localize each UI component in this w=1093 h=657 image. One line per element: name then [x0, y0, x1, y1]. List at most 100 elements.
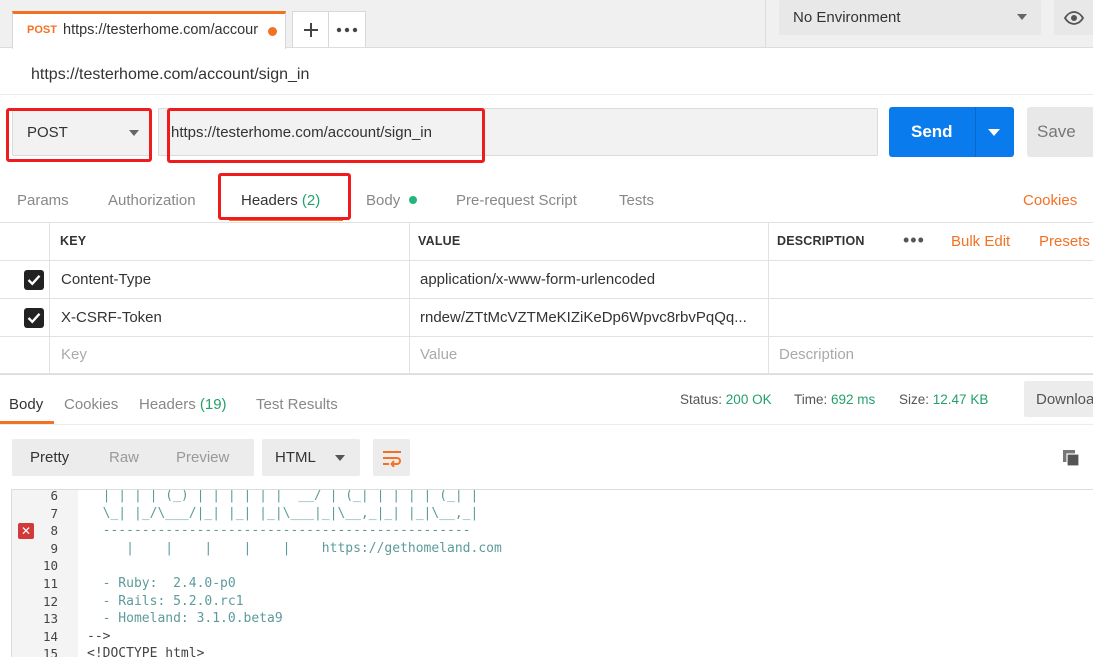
send-label: Send — [911, 122, 953, 141]
response-tab-test-results[interactable]: Test Results — [256, 396, 338, 413]
line-number: 8 — [50, 523, 58, 539]
copy-button[interactable] — [1061, 448, 1081, 472]
response-tab-headers[interactable]: Headers (19) — [139, 396, 227, 413]
header-row-checkbox[interactable] — [24, 270, 44, 290]
line-number: 12 — [42, 593, 58, 609]
view-mode-group: Pretty Raw Preview — [12, 439, 254, 476]
wrap-lines-icon — [382, 450, 401, 467]
code-line: - Homeland: 3.1.0.beta9 — [87, 611, 283, 627]
tab-prerequest-script[interactable]: Pre-request Script — [456, 192, 577, 209]
format-label: HTML — [275, 449, 316, 466]
new-value-input[interactable]: Value — [420, 346, 457, 363]
send-button[interactable]: Send — [889, 107, 1014, 157]
code-line: <!DOCTYPE html> — [87, 646, 205, 657]
response-tab-cookies[interactable]: Cookies — [64, 396, 118, 413]
column-header-value: VALUE — [418, 234, 461, 248]
header-row-checkbox[interactable] — [24, 308, 44, 328]
checkmark-icon — [27, 313, 41, 324]
tab-url-label: https://testerhome.com/accour — [63, 22, 259, 38]
code-line: - Rails: 5.2.0.rc1 — [87, 593, 244, 609]
time-meta: Time: 692 ms — [794, 392, 875, 407]
headers-table: KEY VALUE DESCRIPTION ••• Bulk Edit Pres… — [0, 222, 1093, 374]
header-value-cell[interactable]: rndew/ZTtMcVZTMeKIZiKeDp6Wpvc8rbvPqQq... — [420, 309, 760, 326]
line-number: 6 — [50, 489, 58, 503]
tab-tests[interactable]: Tests — [619, 192, 654, 209]
plus-icon — [304, 22, 318, 37]
tab-params[interactable]: Params — [17, 192, 69, 209]
wrap-lines-button[interactable] — [373, 439, 410, 476]
separator — [0, 424, 1093, 425]
download-button[interactable]: Download — [1024, 381, 1093, 417]
line-number: 11 — [42, 576, 58, 591]
line-number: 13 — [42, 611, 58, 627]
environment-quick-look-button[interactable] — [1054, 0, 1093, 35]
line-number: 10 — [42, 558, 58, 574]
more-dots-icon — [336, 27, 358, 32]
chevron-down-icon — [1017, 14, 1027, 20]
tab-body[interactable]: Body — [366, 192, 400, 209]
send-split-divider — [975, 107, 976, 157]
header-key-cell[interactable]: X-CSRF-Token — [61, 309, 162, 326]
view-preview-button[interactable]: Preview — [176, 449, 229, 466]
code-line: | | | | (_) | | | | | | __/ | (_| | | | … — [87, 489, 479, 503]
response-separator — [0, 374, 1093, 375]
line-number: 14 — [42, 628, 58, 644]
status-meta: Status: 200 OK — [680, 392, 772, 407]
view-pretty-button[interactable]: Pretty — [30, 449, 69, 466]
environment-label: No Environment — [793, 9, 901, 26]
tab-more-button[interactable] — [328, 11, 366, 47]
cookies-link[interactable]: Cookies — [1023, 192, 1077, 209]
save-label: Save — [1037, 122, 1076, 141]
annotation-box-method — [6, 108, 152, 162]
column-header-key: KEY — [60, 234, 87, 248]
chevron-down-icon[interactable] — [988, 129, 1000, 136]
response-tab-headers-count: (19) — [199, 396, 227, 413]
copy-icon — [1063, 450, 1080, 467]
annotation-box-headers — [218, 173, 351, 220]
annotation-box-url — [167, 108, 485, 163]
chevron-down-icon — [335, 455, 345, 461]
time-value: 692 ms — [831, 392, 876, 407]
line-number: 9 — [50, 540, 58, 556]
request-name: https://testerhome.com/account/sign_in — [31, 66, 310, 83]
new-key-input[interactable]: Key — [61, 346, 87, 363]
line-number: 7 — [50, 505, 58, 521]
separator — [0, 94, 1093, 95]
tab-authorization[interactable]: Authorization — [108, 192, 196, 209]
tab-method-label: POST — [27, 24, 57, 36]
size-label: Size: — [899, 392, 930, 407]
response-tab-headers-label: Headers — [139, 396, 196, 413]
download-label: Download — [1036, 391, 1093, 408]
status-value: 200 OK — [725, 392, 772, 407]
column-header-description: DESCRIPTION — [777, 234, 865, 248]
response-tab-body[interactable]: Body — [9, 396, 43, 413]
header-key-cell[interactable]: Content-Type — [61, 271, 151, 288]
body-indicator-dot-icon — [409, 196, 417, 204]
code-line: \_| |_/\___/|_| |_| |_|\___|_|\__,_|_| |… — [87, 505, 479, 521]
new-tab-button[interactable] — [292, 11, 330, 47]
eye-icon — [1063, 10, 1084, 25]
size-meta: Size: 12.47 KB — [899, 392, 988, 407]
request-tab[interactable]: POST https://testerhome.com/accour — [12, 11, 286, 49]
code-line: --> — [87, 628, 111, 644]
code-line: | | | | | https://gethomeland.com — [87, 540, 502, 556]
table-options-more-icon[interactable]: ••• — [903, 230, 925, 251]
checkmark-icon — [27, 275, 41, 286]
time-label: Time: — [794, 392, 828, 407]
environment-select[interactable]: No Environment — [779, 0, 1041, 35]
unsaved-dot-icon — [268, 27, 277, 36]
code-line: ----------------------------------------… — [87, 523, 471, 539]
size-value: 12.47 KB — [932, 392, 989, 407]
bulk-edit-link[interactable]: Bulk Edit — [951, 233, 1010, 250]
code-line: - Ruby: 2.4.0-p0 — [87, 576, 236, 591]
status-label: Status: — [680, 392, 723, 407]
header-value-cell[interactable]: application/x-www-form-urlencoded — [420, 271, 760, 288]
save-button[interactable]: Save — [1027, 107, 1093, 157]
view-raw-button[interactable]: Raw — [109, 449, 139, 466]
tab-divider — [765, 0, 766, 48]
response-body-editor[interactable]: ✕ 6 | | | | (_) | | | | | | __/ | (_| | … — [11, 489, 1093, 657]
format-select[interactable]: HTML — [262, 439, 360, 476]
new-description-input[interactable]: Description — [779, 346, 854, 363]
presets-link[interactable]: Presets — [1039, 233, 1090, 250]
line-number: 15 — [42, 646, 58, 657]
